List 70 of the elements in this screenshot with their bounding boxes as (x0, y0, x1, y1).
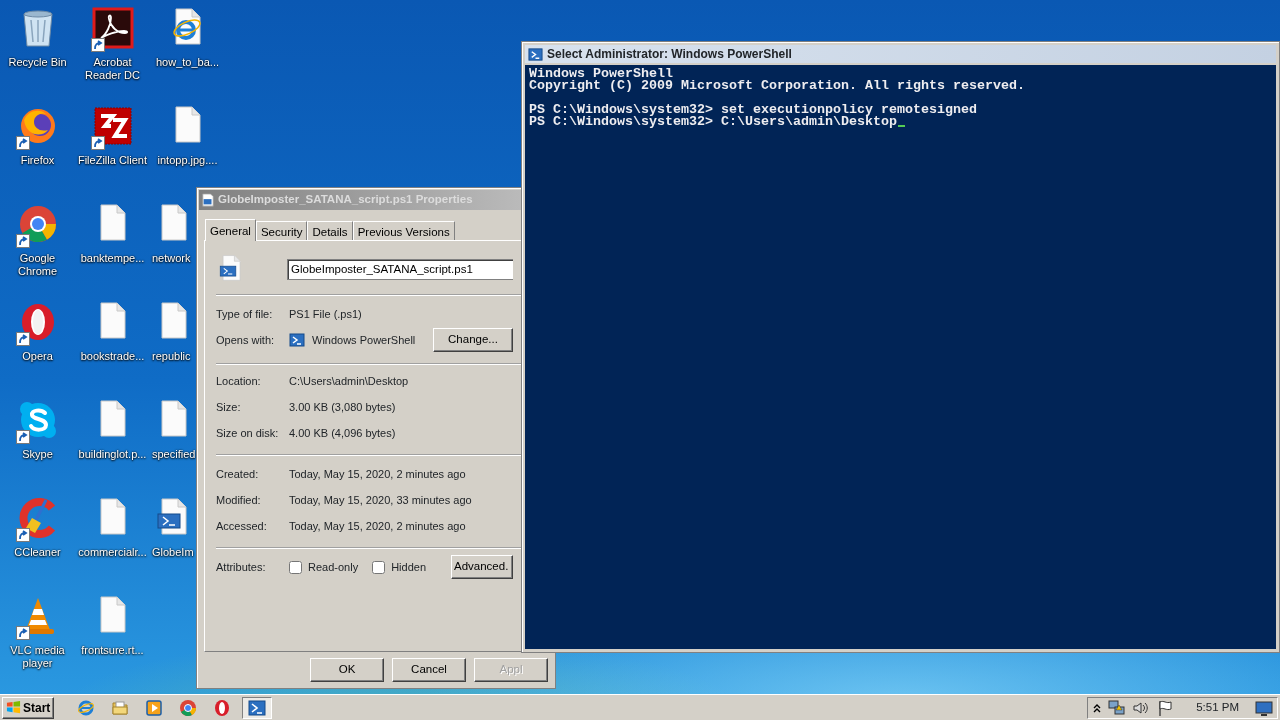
tab[interactable]: Security (255, 221, 308, 240)
desktop-item[interactable]: Google Chrome (0, 202, 75, 278)
desktop-item[interactable]: Recycle Bin (0, 6, 75, 69)
property-label: Size: (216, 399, 242, 415)
property-value: C:\Users\admin\Desktop (289, 373, 409, 389)
desktop-item[interactable]: buildinglot.p... (75, 398, 150, 461)
property-value: Today, May 15, 2020, 33 minutes ago (289, 492, 472, 508)
checkbox[interactable] (289, 560, 302, 574)
swirl-logo-icon (90, 6, 135, 50)
start-button[interactable]: Start (2, 696, 55, 719)
property-label: Attributes: (216, 559, 267, 575)
checkbox-label: Hidden (391, 559, 426, 575)
property-label: Size on disk: (216, 425, 280, 441)
desktop-item[interactable]: bookstrade... (75, 300, 150, 363)
script-file-icon (201, 193, 215, 207)
clock-time[interactable]: 5:51 PM (1196, 698, 1239, 717)
monitor-icon (1255, 698, 1273, 717)
console-line: PS C:\Windows\system32> set executionpolicy remotesigned (529, 104, 977, 116)
property-value: 4.00 KB (4,096 bytes) (289, 425, 396, 441)
desktop-item[interactable]: FileZilla Client (75, 104, 150, 167)
desktop-item[interactable]: Firefox (0, 104, 75, 167)
desktop-item[interactable]: Skype (0, 398, 75, 461)
folder-icon (111, 698, 130, 717)
tab[interactable]: Previous Versions (352, 221, 455, 240)
text-cursor (897, 125, 905, 127)
console-line: Copyright (C) 2009 Microsoft Corporation. All rights reserved. (529, 80, 1025, 92)
desktop-item[interactable]: banktempe... (75, 202, 150, 265)
property-label: Modified: (216, 492, 262, 508)
taskbar-button[interactable] (242, 696, 273, 719)
property-value: Today, May 15, 2020, 2 minutes ago (289, 466, 466, 482)
ring-logo-icon (213, 698, 232, 717)
checkbox-label: Read-only (308, 559, 359, 575)
tab[interactable]: Details (307, 221, 353, 240)
property-value: Windows PowerShell (312, 332, 416, 348)
property-label: Accessed: (216, 518, 268, 534)
desktop-item[interactable]: intopp.jpg.... (150, 104, 225, 167)
chevron-up-icon (1092, 702, 1103, 713)
property-label: Created: (216, 466, 260, 482)
dialog-button[interactable]: Cancel (392, 658, 466, 682)
console-line: Windows PowerShell (529, 68, 673, 80)
checkbox[interactable] (372, 560, 386, 574)
change-button[interactable]: Change... (433, 328, 513, 352)
property-label: Type of file: (216, 306, 274, 322)
desktop-item[interactable]: commercialr... (75, 496, 150, 559)
desktop-item[interactable]: Opera (0, 300, 75, 363)
desktop-item[interactable]: VLC media player (0, 594, 75, 670)
desktop-item[interactable]: Acrobat Reader DC (75, 6, 150, 82)
tab[interactable]: General (205, 219, 256, 241)
console-icon (248, 698, 267, 717)
windows-logo-icon (6, 700, 21, 715)
desktop-item[interactable]: frontsure.rt... (75, 594, 150, 657)
desktop-item[interactable]: how_to_ba... (150, 6, 225, 69)
desktop-item[interactable]: CCleaner (0, 496, 75, 559)
play-icon (145, 698, 164, 717)
flag-icon (1156, 698, 1175, 717)
console-icon (528, 46, 543, 62)
network-icon (1108, 698, 1127, 717)
console-line: PS C:\Windows\system32> C:\Users\admin\Desktop (529, 116, 897, 128)
window-title: Select Administrator: Windows PowerShell (547, 46, 792, 63)
advanced-button[interactable]: Advanced. (451, 555, 513, 579)
globe-icon (77, 698, 96, 717)
input-field[interactable]: GlobeImposter_SATANA_script.ps1 (287, 258, 513, 280)
property-label: Opens with: (216, 332, 276, 348)
property-value: PS1 File (.ps1) (289, 306, 362, 322)
dialog-button[interactable]: OK (310, 658, 384, 682)
console-icon (289, 332, 305, 348)
property-label: Location: (216, 373, 262, 389)
property-value: 3.00 KB (3,080 bytes) (289, 399, 396, 415)
property-value: Today, May 15, 2020, 2 minutes ago (289, 518, 466, 534)
segmented-circle-icon (179, 698, 198, 717)
